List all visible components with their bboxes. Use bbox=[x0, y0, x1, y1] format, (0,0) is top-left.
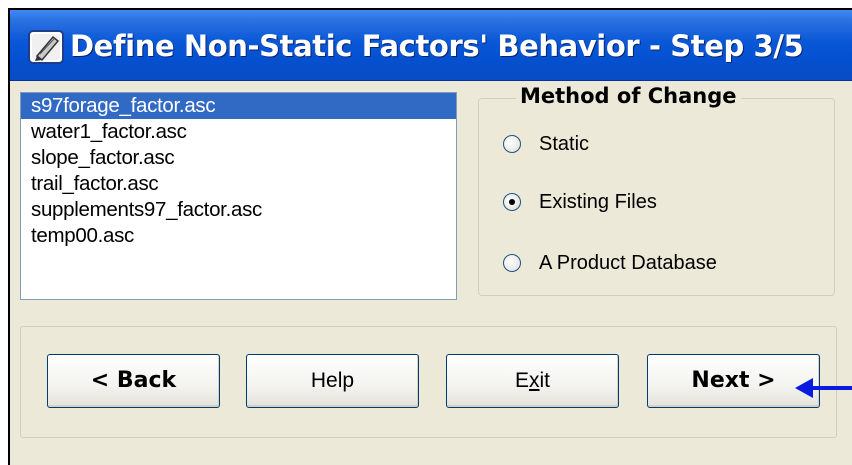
help-button[interactable]: Help bbox=[246, 354, 419, 408]
exit-mnemonic: x bbox=[529, 369, 540, 392]
app-icon bbox=[28, 30, 64, 64]
radio-label-static: Static bbox=[539, 132, 590, 155]
file-listbox[interactable]: s97forage_factor.asc water1_factor.asc s… bbox=[20, 92, 457, 300]
radio-existing-files[interactable]: Existing Files bbox=[503, 188, 657, 216]
list-item[interactable]: trail_factor.asc bbox=[21, 171, 456, 197]
radio-label-existing-files: Existing Files bbox=[539, 190, 657, 213]
radio-selected-dot bbox=[509, 199, 515, 205]
group-legend: Method of Change bbox=[516, 83, 741, 109]
radio-button-existing-files[interactable] bbox=[503, 193, 521, 211]
list-item-selected[interactable]: s97forage_factor.asc bbox=[21, 93, 456, 119]
annotation-arrow-icon bbox=[795, 378, 852, 398]
list-item[interactable]: temp00.asc bbox=[21, 223, 456, 249]
radio-button-product-database[interactable] bbox=[503, 254, 521, 272]
title-bar[interactable]: Define Non-Static Factors' Behavior - St… bbox=[10, 10, 852, 81]
list-item[interactable]: supplements97_factor.asc bbox=[21, 197, 456, 223]
radio-static[interactable]: Static bbox=[503, 130, 589, 158]
list-item[interactable]: slope_factor.asc bbox=[21, 145, 456, 171]
radio-label-product-database: A Product Database bbox=[539, 251, 717, 274]
radio-product-database[interactable]: A Product Database bbox=[503, 249, 717, 277]
back-button[interactable]: < Back bbox=[47, 354, 220, 408]
list-item[interactable]: water1_factor.asc bbox=[21, 119, 456, 145]
radio-button-static[interactable] bbox=[503, 135, 521, 153]
exit-button[interactable]: Exit bbox=[446, 354, 619, 408]
window-title: Define Non-Static Factors' Behavior - St… bbox=[70, 29, 804, 63]
